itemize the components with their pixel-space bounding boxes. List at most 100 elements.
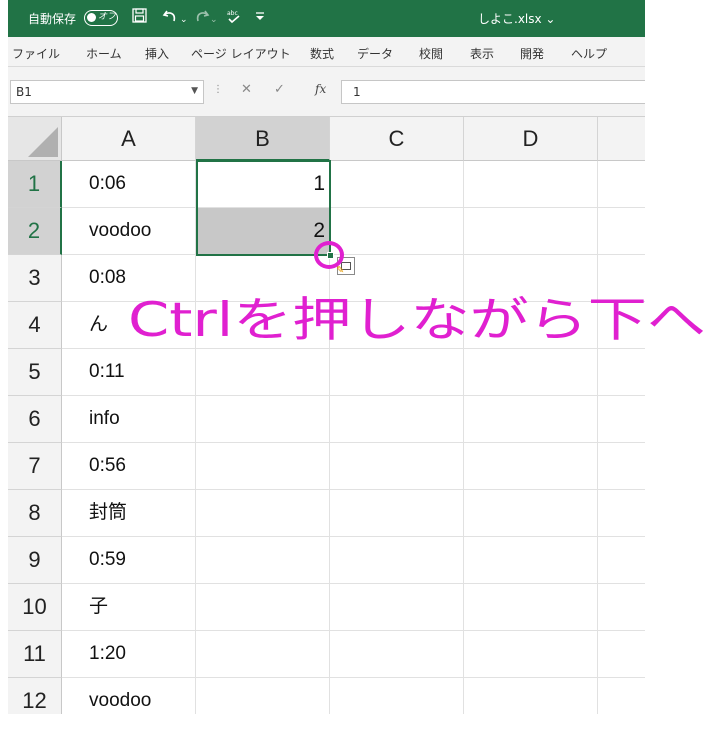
cell-d7[interactable] xyxy=(464,443,598,490)
row-header[interactable]: 8 xyxy=(8,490,62,537)
row-header[interactable]: 9 xyxy=(8,537,62,584)
formula-input[interactable]: 1 xyxy=(341,80,645,104)
cell-a4[interactable]: ん xyxy=(62,302,196,349)
cell-c2[interactable] xyxy=(330,208,464,255)
cell-c5[interactable] xyxy=(330,349,464,396)
redo-dropdown-icon[interactable]: ⌄ xyxy=(210,11,218,29)
save-icon[interactable] xyxy=(132,8,147,27)
tab-help[interactable]: ヘルプ xyxy=(571,45,607,62)
cell-e2[interactable] xyxy=(598,208,645,255)
cell-d2[interactable] xyxy=(464,208,598,255)
cell-a11[interactable]: 1:20 xyxy=(62,631,196,678)
cell-c9[interactable] xyxy=(330,537,464,584)
cell-a2[interactable]: voodoo xyxy=(62,208,196,255)
spelling-icon[interactable]: abc xyxy=(226,8,242,28)
cell-b2[interactable]: 2 xyxy=(196,208,330,255)
chevron-down-icon[interactable]: ▼ xyxy=(191,86,198,96)
row-header[interactable]: 1 xyxy=(8,161,62,208)
cell-b1[interactable]: 1 xyxy=(196,161,330,208)
enter-icon[interactable]: ✓ xyxy=(274,82,285,97)
cell-c11[interactable] xyxy=(330,631,464,678)
cell-d12[interactable] xyxy=(464,678,598,714)
cell-b9[interactable] xyxy=(196,537,330,584)
column-header-a[interactable]: A xyxy=(62,117,196,161)
cell-e4[interactable] xyxy=(598,302,645,349)
cell-c10[interactable] xyxy=(330,584,464,631)
cell-b3[interactable] xyxy=(196,255,330,302)
cell-e3[interactable] xyxy=(598,255,645,302)
insert-function-icon[interactable]: fx xyxy=(315,82,326,96)
tab-insert[interactable]: 挿入 xyxy=(145,45,169,62)
cell-b6[interactable] xyxy=(196,396,330,443)
cell-b8[interactable] xyxy=(196,490,330,537)
name-box[interactable]: B1 ▼ xyxy=(10,80,204,104)
cell-b11[interactable] xyxy=(196,631,330,678)
cell-a7[interactable]: 0:56 xyxy=(62,443,196,490)
cell-e6[interactable] xyxy=(598,396,645,443)
cell-a10[interactable]: 子 xyxy=(62,584,196,631)
tab-file[interactable]: ファイル xyxy=(12,45,60,62)
document-title[interactable]: しよこ.xlsx ⌄ xyxy=(478,10,555,27)
cell-d11[interactable] xyxy=(464,631,598,678)
row-header[interactable]: 3 xyxy=(8,255,62,302)
row-header[interactable]: 5 xyxy=(8,349,62,396)
cell-b4[interactable] xyxy=(196,302,330,349)
row-header[interactable]: 6 xyxy=(8,396,62,443)
row-header[interactable]: 12 xyxy=(8,678,62,714)
cell-c8[interactable] xyxy=(330,490,464,537)
undo-icon[interactable] xyxy=(162,8,178,28)
tab-view[interactable]: 表示 xyxy=(470,45,494,62)
cell-a5[interactable]: 0:11 xyxy=(62,349,196,396)
cell-c4[interactable] xyxy=(330,302,464,349)
cell-e11[interactable] xyxy=(598,631,645,678)
select-all-button[interactable] xyxy=(8,117,62,161)
undo-dropdown-icon[interactable]: ⌄ xyxy=(180,11,188,29)
tab-review[interactable]: 校閲 xyxy=(419,45,443,62)
cancel-icon[interactable]: ✕ xyxy=(241,82,252,97)
cell-c12[interactable] xyxy=(330,678,464,714)
tab-page-layout[interactable]: ページ レイアウト xyxy=(191,45,291,62)
cell-e1[interactable] xyxy=(598,161,645,208)
cell-c7[interactable] xyxy=(330,443,464,490)
customize-qat-icon[interactable] xyxy=(254,8,266,26)
cell-e10[interactable] xyxy=(598,584,645,631)
cell-a1[interactable]: 0:06 xyxy=(62,161,196,208)
row-header[interactable]: 11 xyxy=(8,631,62,678)
cell-e8[interactable] xyxy=(598,490,645,537)
cell-b12[interactable] xyxy=(196,678,330,714)
row-header[interactable]: 4 xyxy=(8,302,62,349)
tab-home[interactable]: ホーム xyxy=(86,45,122,62)
cell-c6[interactable] xyxy=(330,396,464,443)
cell-a8[interactable]: 封筒 xyxy=(62,490,196,537)
cell-d8[interactable] xyxy=(464,490,598,537)
column-header-c[interactable]: C xyxy=(330,117,464,161)
cell-d6[interactable] xyxy=(464,396,598,443)
cell-b5[interactable] xyxy=(196,349,330,396)
cell-b10[interactable] xyxy=(196,584,330,631)
cell-d3[interactable] xyxy=(464,255,598,302)
cell-d1[interactable] xyxy=(464,161,598,208)
cell-a12[interactable]: voodoo xyxy=(62,678,196,714)
column-header-d[interactable]: D xyxy=(464,117,598,161)
row-header[interactable]: 7 xyxy=(8,443,62,490)
tab-data[interactable]: データ xyxy=(357,45,393,62)
tab-developer[interactable]: 開発 xyxy=(520,45,544,62)
cell-c1[interactable] xyxy=(330,161,464,208)
cell-d9[interactable] xyxy=(464,537,598,584)
cell-d4[interactable] xyxy=(464,302,598,349)
cell-e9[interactable] xyxy=(598,537,645,584)
cell-d5[interactable] xyxy=(464,349,598,396)
cell-e12[interactable] xyxy=(598,678,645,714)
column-header-e[interactable] xyxy=(598,117,645,161)
column-header-b[interactable]: B xyxy=(196,117,330,161)
autosave-toggle[interactable]: オフ xyxy=(84,10,118,26)
redo-icon[interactable] xyxy=(194,8,210,28)
cell-a3[interactable]: 0:08 xyxy=(62,255,196,302)
cell-a9[interactable]: 0:59 xyxy=(62,537,196,584)
row-header[interactable]: 10 xyxy=(8,584,62,631)
tab-formulas[interactable]: 数式 xyxy=(310,45,334,62)
cell-b7[interactable] xyxy=(196,443,330,490)
cell-e5[interactable] xyxy=(598,349,645,396)
row-header[interactable]: 2 xyxy=(8,208,62,255)
cell-a6[interactable]: info xyxy=(62,396,196,443)
